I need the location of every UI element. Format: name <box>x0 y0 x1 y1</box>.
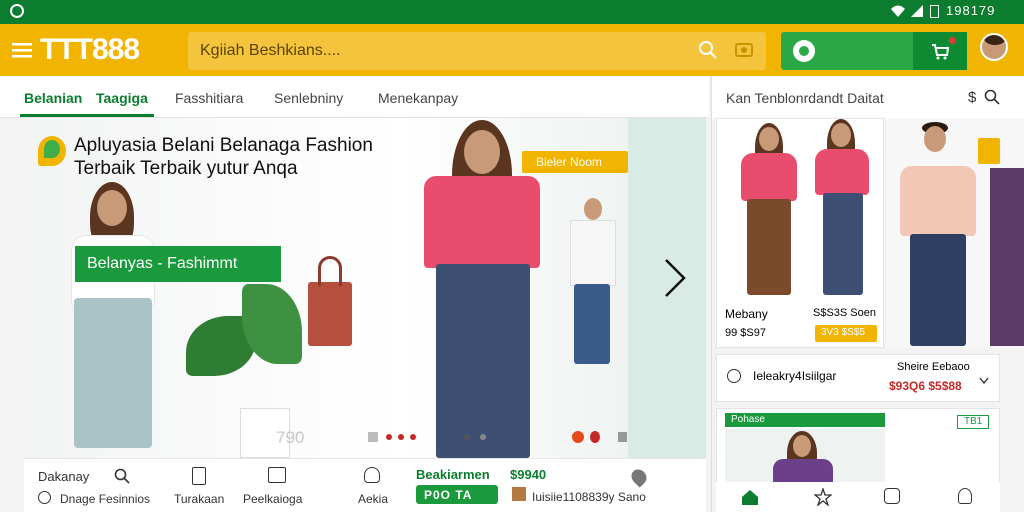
brand-logo[interactable]: TTT888 <box>40 33 140 67</box>
model-left <box>97 190 127 226</box>
product-name: Mebany <box>725 307 768 321</box>
message-icon <box>268 467 286 483</box>
home-icon[interactable] <box>740 488 760 506</box>
tab-taagiga[interactable]: Taagiga <box>96 90 148 106</box>
status-time: 198179 <box>946 3 996 18</box>
product-badge[interactable]: 3V3 $S$5 <box>815 325 877 342</box>
cart-badge <box>949 37 956 44</box>
search-result-card[interactable]: Ieleakry4Isiilgar Sheire Eebaoo $93Q6 $5… <box>716 354 1000 402</box>
right-panel-title: Kan Tenblonrdandt Daitat <box>726 90 884 106</box>
carousel-dot[interactable] <box>464 434 470 440</box>
nav-item-aekia[interactable]: Aekia <box>358 492 388 506</box>
messages-icon[interactable] <box>884 488 900 504</box>
promo-subtext: Iuisiie1108839y Sano <box>532 490 646 504</box>
model-center-jeans <box>436 264 530 458</box>
model-center <box>464 130 500 174</box>
user-icon <box>364 467 380 483</box>
search-input[interactable]: Kgiiah Beshkians.... <box>188 32 766 70</box>
right-bottom-nav <box>716 482 1000 512</box>
hero-footer-number: 790 <box>276 428 305 447</box>
hero-cta-button[interactable]: Belanyas - Fashimmt <box>75 246 281 282</box>
right-panel-header: Kan Tenblonrdandt Daitat $ <box>711 76 1024 118</box>
tab-belanian[interactable]: Belanian <box>24 90 82 106</box>
coin-icon <box>512 487 526 501</box>
tab-fasshitiara[interactable]: Fasshitiara <box>175 90 243 106</box>
hero-headline: Apluyasia Belani Belanaga Fashion Terbai… <box>74 135 373 179</box>
notification-icon <box>10 4 24 18</box>
signal-icon <box>910 4 924 18</box>
carousel-dot[interactable] <box>398 434 404 440</box>
model-background <box>584 198 602 220</box>
status-bar: 198179 <box>0 0 1024 24</box>
menu-icon[interactable] <box>12 42 32 58</box>
cart-button[interactable] <box>913 32 967 70</box>
bottom-nav: Dakanay Dnage Fesinnios Turakaan Peelkai… <box>24 458 706 512</box>
bottom-search-label[interactable]: Dakanay <box>38 469 89 484</box>
battery-icon <box>930 5 939 18</box>
bag-icon <box>978 138 1000 164</box>
chat-icon <box>793 40 815 62</box>
carousel-dot[interactable] <box>386 434 392 440</box>
cart-icon <box>930 41 950 61</box>
category-tabs: Belanian Taagiga Fasshitiara Senlebniny … <box>0 76 709 118</box>
avatar[interactable] <box>980 33 1008 61</box>
promo-button[interactable]: P0O TA <box>416 485 498 504</box>
bag-icon <box>192 467 206 485</box>
star-icon[interactable] <box>814 488 832 506</box>
promo-price: $9940 <box>510 467 547 482</box>
camera-icon[interactable] <box>734 40 754 60</box>
search-icon[interactable] <box>114 468 130 484</box>
search-icon[interactable] <box>698 40 718 60</box>
promo-title: Beakiarmen <box>416 467 490 482</box>
product-card[interactable]: Mebany S$S3S Soen 99 $S97 3V3 $S$5 <box>716 118 884 348</box>
tote-bag <box>308 256 352 346</box>
hero-badge[interactable]: Bieler Noom <box>522 151 628 173</box>
carousel-dot[interactable] <box>480 434 486 440</box>
nav-item-turakaan[interactable]: Turakaan <box>174 492 224 506</box>
chevron-down-icon[interactable] <box>979 377 989 385</box>
location-icon[interactable] <box>628 466 650 488</box>
right-panel: Mebany S$S3S Soen 99 $S97 3V3 $S$5 Ielea… <box>711 118 1024 512</box>
search-icon[interactable] <box>984 89 1000 105</box>
carousel-next-icon[interactable] <box>662 258 688 298</box>
model-man-card[interactable] <box>886 118 1024 348</box>
hero-banner[interactable]: Apluyasia Belani Belanaga Fashion Terbai… <box>24 118 706 458</box>
chat-button[interactable] <box>781 32 967 70</box>
tab-senlebniny[interactable]: Senlebniny <box>274 90 343 106</box>
clock-icon <box>38 491 51 504</box>
record-icon[interactable] <box>572 431 584 443</box>
carousel-dot[interactable] <box>410 434 416 440</box>
product-old-price: 99 $S97 <box>725 327 766 339</box>
nav-item-dnage[interactable]: Dnage Fesinnios <box>60 492 150 506</box>
active-tab-indicator <box>20 114 154 117</box>
tab-menekanpay[interactable]: Menekanpay <box>378 90 458 106</box>
model-left-jeans <box>74 298 152 448</box>
chat-icon <box>727 369 741 383</box>
nav-item-peelkaioga[interactable]: Peelkaioga <box>243 492 302 506</box>
product-price: S$S3S Soen <box>813 307 876 319</box>
search-placeholder: Kgiiah Beshkians.... <box>200 42 341 59</box>
profile-icon[interactable] <box>958 488 972 504</box>
model-center-shirt <box>424 176 540 268</box>
dollar-icon[interactable]: $ <box>968 89 976 106</box>
wifi-icon <box>890 4 906 18</box>
leaf-logo-icon <box>38 136 66 166</box>
